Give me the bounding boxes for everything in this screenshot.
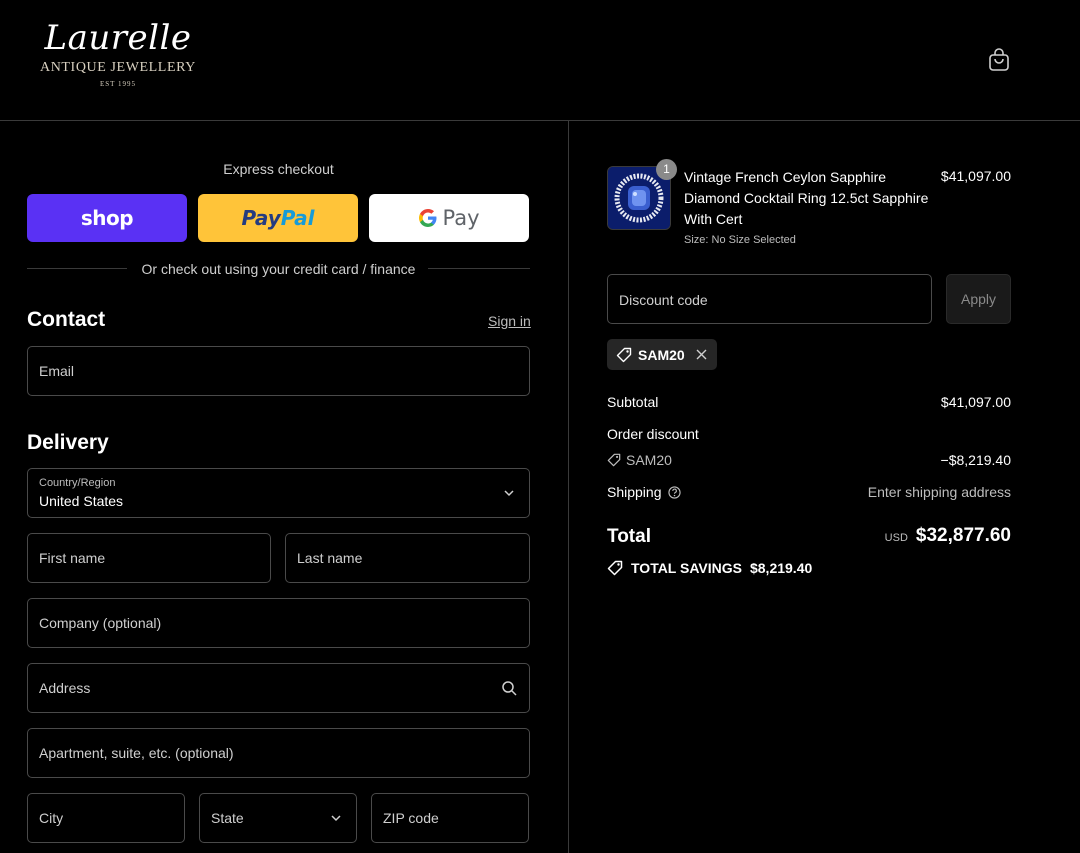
tag-icon: [616, 347, 632, 362]
discount-code-input[interactable]: Discount code: [607, 274, 932, 324]
product-price: $41,097.00: [940, 168, 1011, 184]
subtotal-value: $41,097.00: [940, 394, 1011, 410]
order-discount-label: Order discount: [607, 426, 699, 442]
paypal-label-pay: Pay: [241, 206, 281, 230]
quantity-badge: 1: [656, 159, 677, 180]
total-amount: $32,877.60: [915, 525, 1011, 546]
shipping-row: Shipping: [607, 484, 681, 500]
close-icon[interactable]: [695, 348, 708, 361]
applied-discount-chip: SAM20: [607, 339, 717, 370]
email-input[interactable]: Email: [27, 346, 530, 396]
total-currency: USD: [884, 532, 908, 544]
email-placeholder: Email: [39, 363, 75, 379]
shopping-bag-icon[interactable]: [988, 48, 1010, 72]
search-icon[interactable]: [501, 680, 517, 696]
order-discount-value: −$8,219.40: [940, 452, 1011, 468]
applied-discount-code: SAM20: [638, 346, 685, 363]
state-placeholder: State: [211, 810, 244, 826]
brand-logo[interactable]: Laurelle ANTIQUE JEWELLERY EST 1995: [38, 18, 198, 100]
google-g-icon: [419, 209, 437, 227]
total-savings-row: TOTAL SAVINGS $8,219.40: [607, 560, 812, 576]
first-name-input[interactable]: First name: [27, 533, 271, 583]
country-label: Country/Region: [39, 477, 116, 489]
product-size: Size: No Size Selected: [684, 234, 796, 246]
shop-pay-button[interactable]: shop: [27, 194, 187, 242]
address-placeholder: Address: [39, 680, 91, 696]
logo-est: EST 1995: [99, 80, 137, 88]
city-placeholder: City: [39, 810, 64, 826]
google-pay-label: Pay: [442, 206, 480, 230]
google-pay-content: Pay: [418, 206, 480, 230]
logo-subtitle: ANTIQUE JEWELLERY: [39, 60, 196, 75]
or-checkout-text: Or check out using your credit card / fi…: [141, 261, 416, 277]
zip-input[interactable]: ZIP code: [371, 793, 529, 843]
subtotal-label: Subtotal: [607, 394, 659, 410]
logo-script-text: Laurelle: [44, 18, 192, 58]
contact-heading: Contact: [27, 308, 106, 331]
shipping-label: Shipping: [607, 484, 662, 500]
company-placeholder: Company (optional): [39, 615, 162, 631]
total-value-group: USD $32,877.60: [885, 525, 1011, 547]
country-select[interactable]: Country/Region United States: [27, 468, 530, 518]
total-label: Total: [607, 526, 651, 547]
chevron-down-icon: [504, 490, 514, 497]
apartment-placeholder: Apartment, suite, etc. (optional): [39, 745, 234, 761]
paypal-label-pal: Pal: [280, 206, 315, 230]
first-name-placeholder: First name: [39, 550, 106, 566]
last-name-input[interactable]: Last name: [285, 533, 530, 583]
discount-placeholder: Discount code: [619, 292, 708, 308]
tag-icon: [607, 453, 621, 467]
express-checkout-label: Express checkout: [223, 161, 334, 177]
shop-pay-label: shop: [80, 206, 134, 230]
zip-placeholder: ZIP code: [383, 810, 439, 826]
apply-discount-button[interactable]: Apply: [946, 274, 1011, 324]
help-circle-icon[interactable]: [667, 485, 681, 499]
site-header: Laurelle ANTIQUE JEWELLERY EST 1995: [0, 0, 1080, 121]
apartment-input[interactable]: Apartment, suite, etc. (optional): [27, 728, 530, 778]
address-input[interactable]: Address: [27, 663, 530, 713]
total-savings-value: $8,219.40: [749, 560, 813, 576]
shipping-value: Enter shipping address: [867, 484, 1011, 500]
google-pay-button[interactable]: Pay: [369, 194, 529, 242]
paypal-button[interactable]: PayPal: [198, 194, 358, 242]
product-name: Vintage French Ceylon Sapphire Diamond C…: [684, 169, 929, 227]
total-savings-label: TOTAL SAVINGS: [631, 560, 742, 576]
last-name-placeholder: Last name: [297, 550, 363, 566]
city-input[interactable]: City: [27, 793, 185, 843]
company-input[interactable]: Company (optional): [27, 598, 530, 648]
order-discount-code-row: SAM20: [607, 452, 672, 468]
country-value: United States: [39, 493, 124, 509]
column-divider: [568, 121, 569, 853]
delivery-heading: Delivery: [27, 431, 109, 454]
paypal-label: PayPal: [241, 206, 314, 230]
chevron-down-icon: [331, 815, 341, 822]
state-select[interactable]: State: [199, 793, 357, 843]
sign-in-link[interactable]: Sign in: [488, 313, 531, 329]
order-discount-code: SAM20: [626, 452, 672, 468]
tag-icon: [607, 560, 623, 576]
